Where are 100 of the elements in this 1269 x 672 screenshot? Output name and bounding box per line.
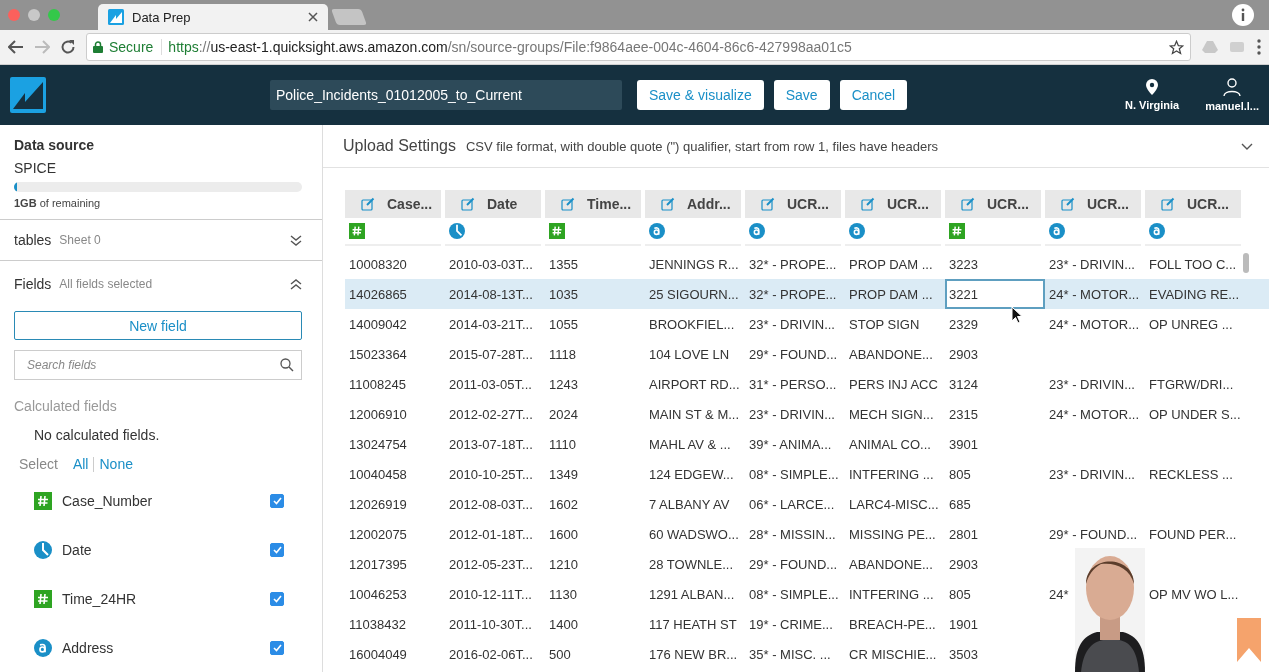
user-icon	[1223, 78, 1242, 96]
address-bar[interactable]: Secure https://us-east-1.quicksight.aws.amazon.com/sn/source-groups/File:f9864aee-004c-4604-86c6-427998aa01c5	[86, 33, 1191, 61]
table-cell-text: CR MISCHIE...	[848, 645, 938, 664]
table-cell-text: 1400	[548, 615, 579, 634]
field-checkbox[interactable]	[270, 591, 284, 606]
column-header[interactable]: UCR...	[945, 190, 1041, 218]
table-cell-text: PROP DAM ...	[848, 255, 934, 274]
table-cell-text: PROP DAM ...	[848, 285, 934, 304]
edit-icon[interactable]	[461, 197, 475, 211]
table-cell-text: 176 NEW BR...	[648, 645, 739, 664]
table-cell-text: OP UNDER S...	[1148, 405, 1242, 424]
field-name: Address	[62, 639, 115, 656]
forward-arrow-icon[interactable]	[34, 40, 50, 54]
info-icon[interactable]	[1232, 4, 1254, 26]
column-header[interactable]: UCR...	[745, 190, 841, 218]
section-title: Fields	[14, 276, 52, 292]
table-cell-text: 24*	[1048, 585, 1070, 604]
table-cell-text: ANIMAL CO...	[848, 435, 932, 454]
calculated-fields-label: Calculated fields	[14, 398, 118, 414]
table-cell-text: OP UNREG ...	[1148, 315, 1234, 334]
table-cell-text: 7 ALBANY AV	[648, 495, 731, 514]
scrollbar-thumb[interactable]	[1243, 253, 1249, 273]
table-cell-text: 2011-10-30T...	[448, 615, 533, 634]
column-header[interactable]: Time...	[545, 190, 641, 218]
table-cell-text: 1600	[548, 525, 579, 544]
text-type-icon	[1049, 223, 1065, 239]
column-header[interactable]: UCR...	[1045, 190, 1141, 218]
table-cell-text: INTFERING ...	[848, 585, 935, 604]
select-all-link[interactable]: All	[67, 456, 94, 472]
clock-type-icon	[34, 540, 52, 559]
new-field-button[interactable]: New field	[14, 311, 302, 340]
cloud-drive-icon[interactable]	[1201, 40, 1219, 54]
table-cell-text: 2012-01-18T...	[448, 525, 534, 544]
table-cell-text: 32* - PROPE...	[748, 255, 838, 274]
edit-icon[interactable]	[361, 197, 375, 211]
column-header[interactable]: UCR...	[845, 190, 941, 218]
table-cell-text: 685	[948, 495, 972, 514]
minimize-window-button[interactable]	[28, 9, 40, 21]
header-button[interactable]: Cancel	[839, 80, 908, 110]
table-cell-text: 1118	[548, 345, 577, 364]
table-cell-text: 23* - DRIVIN...	[1048, 465, 1136, 484]
table-cell-text: ABANDONE...	[848, 345, 934, 364]
column-header[interactable]: Case...	[345, 190, 441, 218]
column-header[interactable]: Date	[445, 190, 541, 218]
header-button[interactable]: Save & visualize	[637, 80, 764, 110]
field-checkbox[interactable]	[270, 493, 284, 508]
table-cell-text: MISSING PE...	[848, 525, 937, 544]
dataset-name-field[interactable]: Police_Incidents_01012005_to_Current	[270, 80, 622, 110]
edit-icon[interactable]	[561, 197, 575, 211]
table-cell-text: 39* - ANIMA...	[748, 435, 833, 454]
table-cell-text: 29* - FOUND...	[1048, 525, 1139, 544]
new-tab-button[interactable]	[331, 9, 367, 25]
select-none-link[interactable]: None	[94, 456, 138, 472]
table-cell-text: 29* - FOUND...	[748, 345, 839, 364]
column-header[interactable]: UCR...	[1145, 190, 1241, 218]
table-cell-text: 10046253	[348, 585, 408, 604]
edit-icon[interactable]	[961, 197, 975, 211]
hash-type-icon	[34, 491, 52, 510]
search-field[interactable]: Search fields	[14, 350, 302, 380]
hash-type-icon	[349, 223, 365, 239]
table-cell-text: 12006910	[348, 405, 408, 424]
close-icon[interactable]	[308, 12, 318, 22]
table-cell-text: MAIN ST & M...	[648, 405, 741, 424]
text-type-icon	[649, 223, 665, 239]
table-cell-text: AIRPORT RD...	[648, 375, 741, 394]
field-checkbox[interactable]	[270, 542, 284, 557]
table-cell-text: 12026919	[348, 495, 408, 514]
edit-icon[interactable]	[1161, 197, 1175, 211]
star-icon[interactable]	[1169, 39, 1184, 55]
region-button[interactable]: N. Virginia	[1125, 79, 1180, 111]
expand-toggle[interactable]	[1241, 142, 1253, 150]
app-logo-icon[interactable]	[10, 77, 46, 113]
reload-icon[interactable]	[60, 39, 76, 55]
user-menu-button[interactable]: manuel.l...	[1205, 78, 1259, 112]
table-cell-text: 13024754	[348, 435, 408, 454]
table-cell-text: EVADING RE...	[1148, 285, 1241, 304]
edit-icon[interactable]	[661, 197, 675, 211]
table-cell-text: 2024	[548, 405, 579, 424]
more-menu-icon[interactable]	[1257, 39, 1261, 55]
capacity-text: 1GB of remaining	[14, 197, 102, 209]
table-cell-text: 2013-07-18T...	[448, 435, 534, 454]
edit-icon[interactable]	[861, 197, 875, 211]
table-cell-text: 2903	[948, 555, 979, 574]
header-button[interactable]: Save	[773, 80, 830, 110]
field-checkbox[interactable]	[270, 640, 284, 655]
collapse-toggle[interactable]	[290, 278, 302, 290]
edit-icon[interactable]	[761, 197, 775, 211]
edit-icon[interactable]	[1061, 197, 1075, 211]
browser-tab[interactable]: Data Prep	[98, 4, 328, 30]
collapse-toggle[interactable]	[290, 234, 302, 246]
table-cell-text: JENNINGS R...	[648, 255, 740, 274]
column-header[interactable]: Addr...	[645, 190, 741, 218]
back-arrow-icon[interactable]	[8, 40, 24, 54]
table-cell-text: 1602	[548, 495, 579, 514]
table-cell-text: 10040458	[348, 465, 408, 484]
table-cell-text: 19* - CRIME...	[748, 615, 834, 634]
hash-type-icon	[34, 589, 52, 608]
bookmark-icon[interactable]	[1237, 618, 1261, 662]
table-cell-text: 29* - FOUND...	[748, 555, 839, 574]
text-type-icon	[849, 223, 865, 239]
